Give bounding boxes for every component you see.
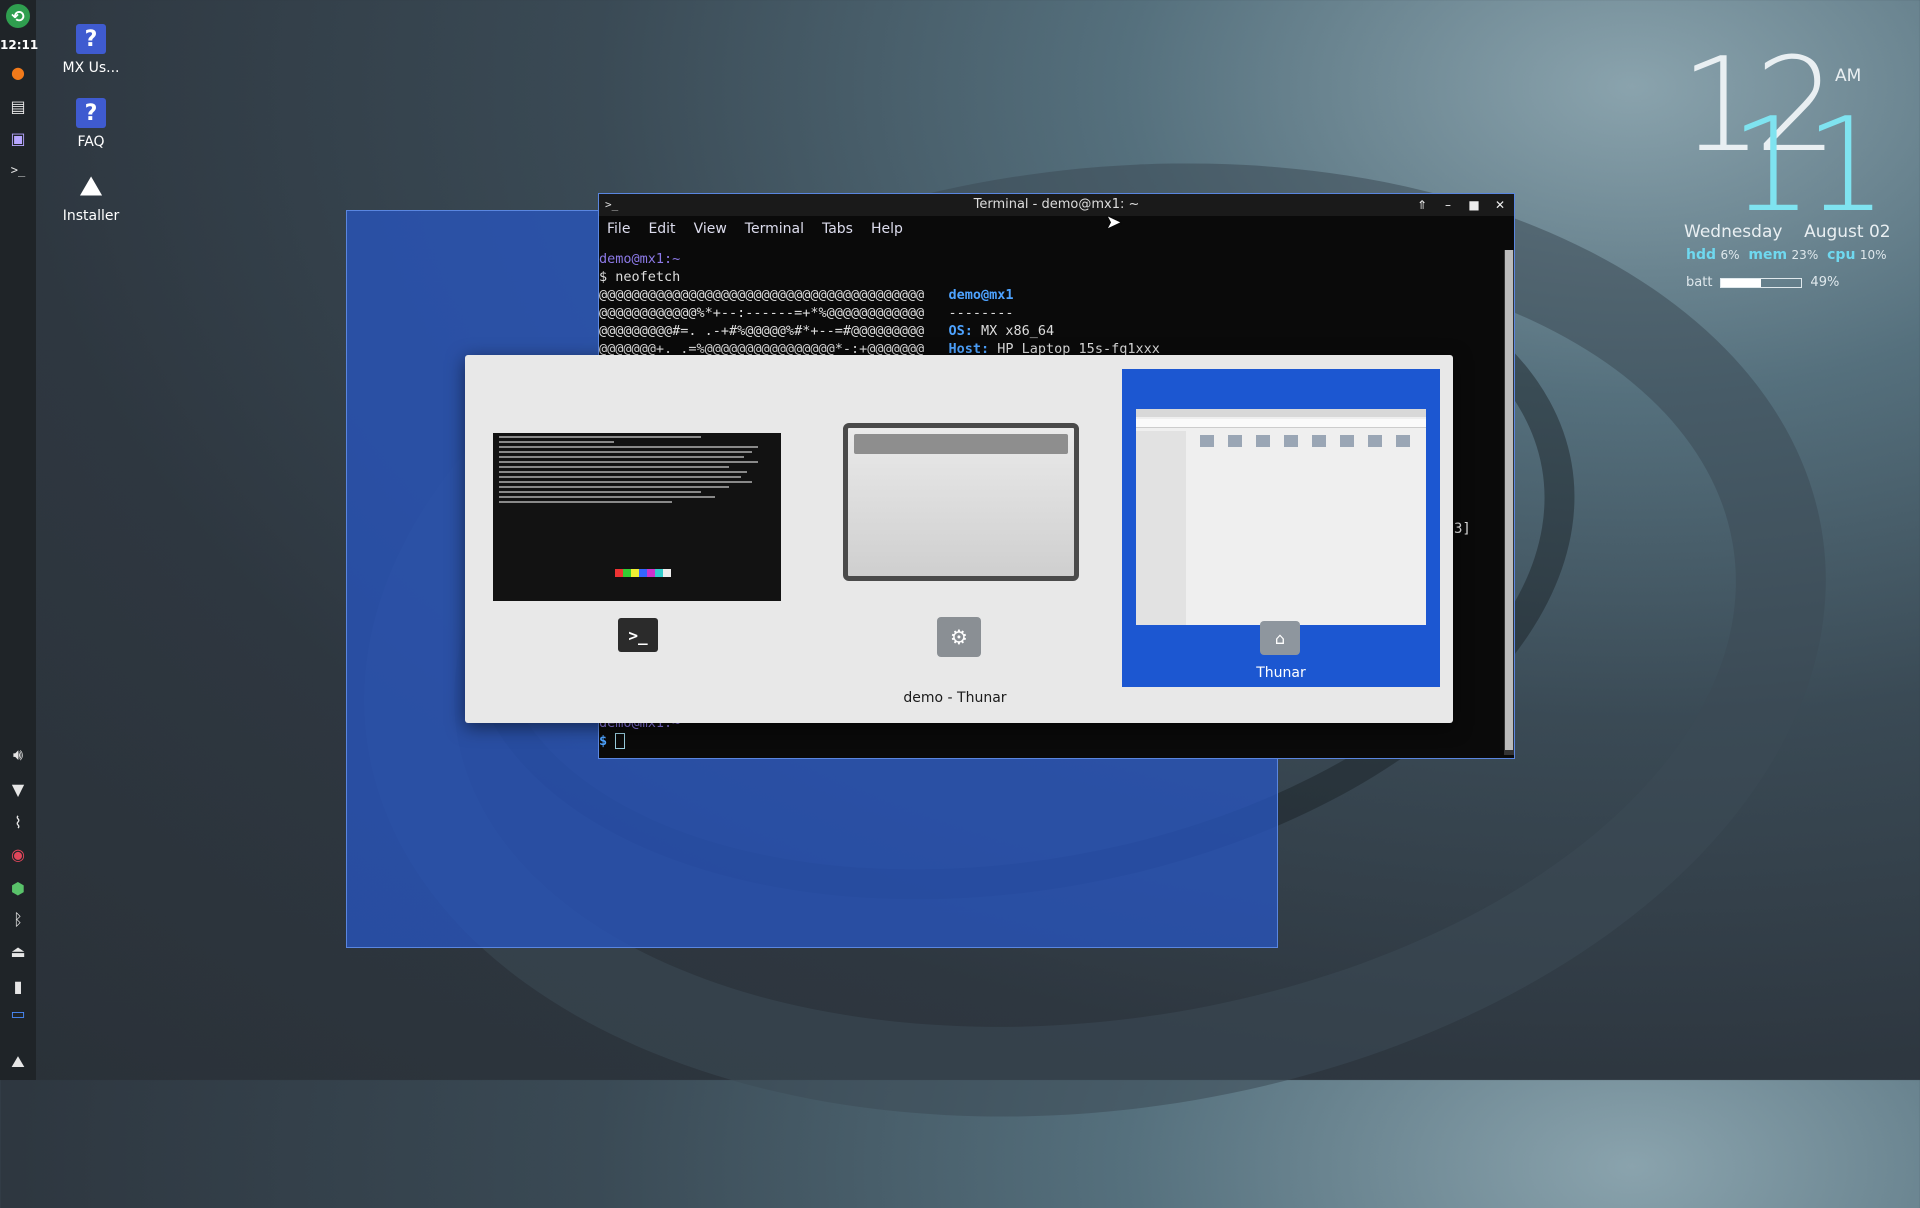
terminal-cursor <box>615 733 626 749</box>
display-icon[interactable]: ▣ <box>6 126 30 150</box>
menu-tabs[interactable]: Tabs <box>822 221 853 241</box>
wifi-icon[interactable]: ▼ <box>6 777 30 801</box>
cpu-label: cpu <box>1827 247 1856 263</box>
side-panel: ⟲ 12:11 ● ▤ ▣ >_ 🔊︎ ▼ ⌇ ◉ ⬢ ᛒ ⏏ ▮ ▭ ⛰ <box>0 0 38 1080</box>
terminal-window-icon: >_ <box>605 198 619 211</box>
files-icon[interactable]: ▤ <box>6 94 30 118</box>
conky-minute: 11 <box>1730 89 1887 241</box>
art-line: @@@@@@@@@@@@@@@@@@@@@@@@@@@@@@@@@@@@@@@@ <box>599 287 925 303</box>
panel-clock[interactable]: 12:11 <box>0 38 38 52</box>
cpu-value: 10% <box>1859 248 1887 262</box>
desktop-icon-label: FAQ <box>77 134 105 150</box>
window-switcher: >_ ⚙ demo - Thunar ⌂ Thunar <box>465 355 1453 723</box>
volume-icon[interactable]: 🔊︎ <box>6 743 30 767</box>
hdd-value: 6% <box>1720 248 1740 262</box>
color-palette <box>615 569 671 577</box>
hdd-label: hdd <box>1686 247 1717 263</box>
mem-label: mem <box>1748 247 1788 263</box>
switcher-item-terminal[interactable]: >_ <box>465 355 805 723</box>
conky-weekday: Wednesday <box>1684 222 1783 242</box>
os-label: OS: <box>948 323 973 339</box>
home-folder-icon: ⌂ <box>1260 621 1300 655</box>
terminal-output[interactable]: demo@mx1:~ $ neofetch @@@@@@@@@@@@@@@@@@… <box>599 250 1500 358</box>
thunar-empty-thumbnail <box>843 423 1079 581</box>
battery-bar-fill <box>1721 278 1761 287</box>
menu-terminal[interactable]: Terminal <box>745 221 804 241</box>
command-line: $ neofetch <box>599 269 681 285</box>
mx-logo-icon[interactable]: ⛰ <box>6 1050 30 1074</box>
prompt-symbol: $ <box>599 733 608 749</box>
battery-bar <box>1720 277 1803 288</box>
eject-icon[interactable]: ⏏ <box>6 939 30 963</box>
menu-edit[interactable]: Edit <box>648 221 675 241</box>
close-button[interactable]: ✕ <box>1488 194 1512 216</box>
thunar-thumbnail <box>1136 409 1426 625</box>
conky-date-value: August 02 <box>1804 222 1891 242</box>
menu-file[interactable]: File <box>607 221 630 241</box>
maximize-button[interactable]: ■ <box>1462 194 1486 216</box>
terminal-thumbnail <box>493 433 781 601</box>
info-header: demo@mx1 <box>948 287 1014 303</box>
info-separator: -------- <box>948 305 1014 321</box>
desktop-icon-faq[interactable]: ? FAQ <box>36 98 146 150</box>
conky-battery: batt 49% <box>1686 275 1839 290</box>
help-icon: ? <box>76 24 106 54</box>
menu-help[interactable]: Help <box>871 221 903 241</box>
installer-icon: ⛰ <box>80 171 102 202</box>
terminal-title: Terminal - demo@mx1: ~ <box>973 197 1140 212</box>
menu-view[interactable]: View <box>694 221 727 241</box>
mem-value: 23% <box>1791 248 1819 262</box>
minimize-button[interactable]: – <box>1436 194 1460 216</box>
batt-value: 49% <box>1810 275 1840 290</box>
package-icon[interactable]: ⬢ <box>6 876 30 900</box>
thunar-settings-icon: ⚙ <box>937 617 981 657</box>
art-line: @@@@@@@@@#=. .-+#%@@@@@%#*+--=#@@@@@@@@@ <box>599 323 925 339</box>
refresh-icon[interactable]: ⟲ <box>6 4 30 28</box>
os-value: MX x86_64 <box>981 323 1055 339</box>
help-icon: ? <box>76 98 106 128</box>
conky-stats: hdd 6% mem 23% cpu 10% <box>1686 247 1887 263</box>
clip-icon[interactable]: ⌇ <box>6 810 30 834</box>
terminal-fragment: 3] <box>1454 521 1471 537</box>
desktop-icon-label: Installer <box>62 208 120 224</box>
conky-date: Wednesday August 02 <box>1684 222 1891 242</box>
scrollbar-thumb[interactable] <box>1505 250 1513 750</box>
batt-label: batt <box>1686 275 1713 290</box>
battery-icon[interactable]: ▮ <box>6 974 30 998</box>
mouse-cursor-icon: ➤ <box>1106 212 1122 233</box>
terminal-icon[interactable]: >_ <box>6 158 30 182</box>
switcher-label: demo - Thunar <box>903 690 1007 706</box>
record-icon[interactable]: ◉ <box>6 842 30 866</box>
terminal-menubar: File Edit View Terminal Tabs Help <box>599 221 903 241</box>
art-line: @@@@@@@@@@@@%*+--:------=+*%@@@@@@@@@@@@ <box>599 305 925 321</box>
terminal-app-icon: >_ <box>618 618 658 652</box>
bluetooth-icon[interactable]: ᛒ <box>6 907 30 931</box>
switcher-label: Thunar <box>1256 665 1306 681</box>
desktop-icon-mx-user-manual[interactable]: ? MX Us... <box>36 24 146 76</box>
desktop-icon-label: MX Us... <box>62 60 120 76</box>
prompt-user: demo@mx1:~ <box>599 251 681 267</box>
desktop-icon-installer[interactable]: ⛰ Installer <box>36 171 146 225</box>
terminal-titlebar[interactable]: >_ Terminal - demo@mx1: ~ ⇑ – ■ ✕ <box>599 194 1514 216</box>
firefox-icon[interactable]: ● <box>6 60 30 84</box>
shade-button[interactable]: ⇑ <box>1410 194 1434 216</box>
conky-ampm: AM <box>1835 66 1862 86</box>
switcher-item-thunar-selected[interactable]: ⌂ Thunar <box>1122 369 1440 687</box>
terminal-scrollbar[interactable] <box>1504 250 1514 755</box>
keyboard-icon[interactable]: ▭ <box>6 1001 30 1025</box>
